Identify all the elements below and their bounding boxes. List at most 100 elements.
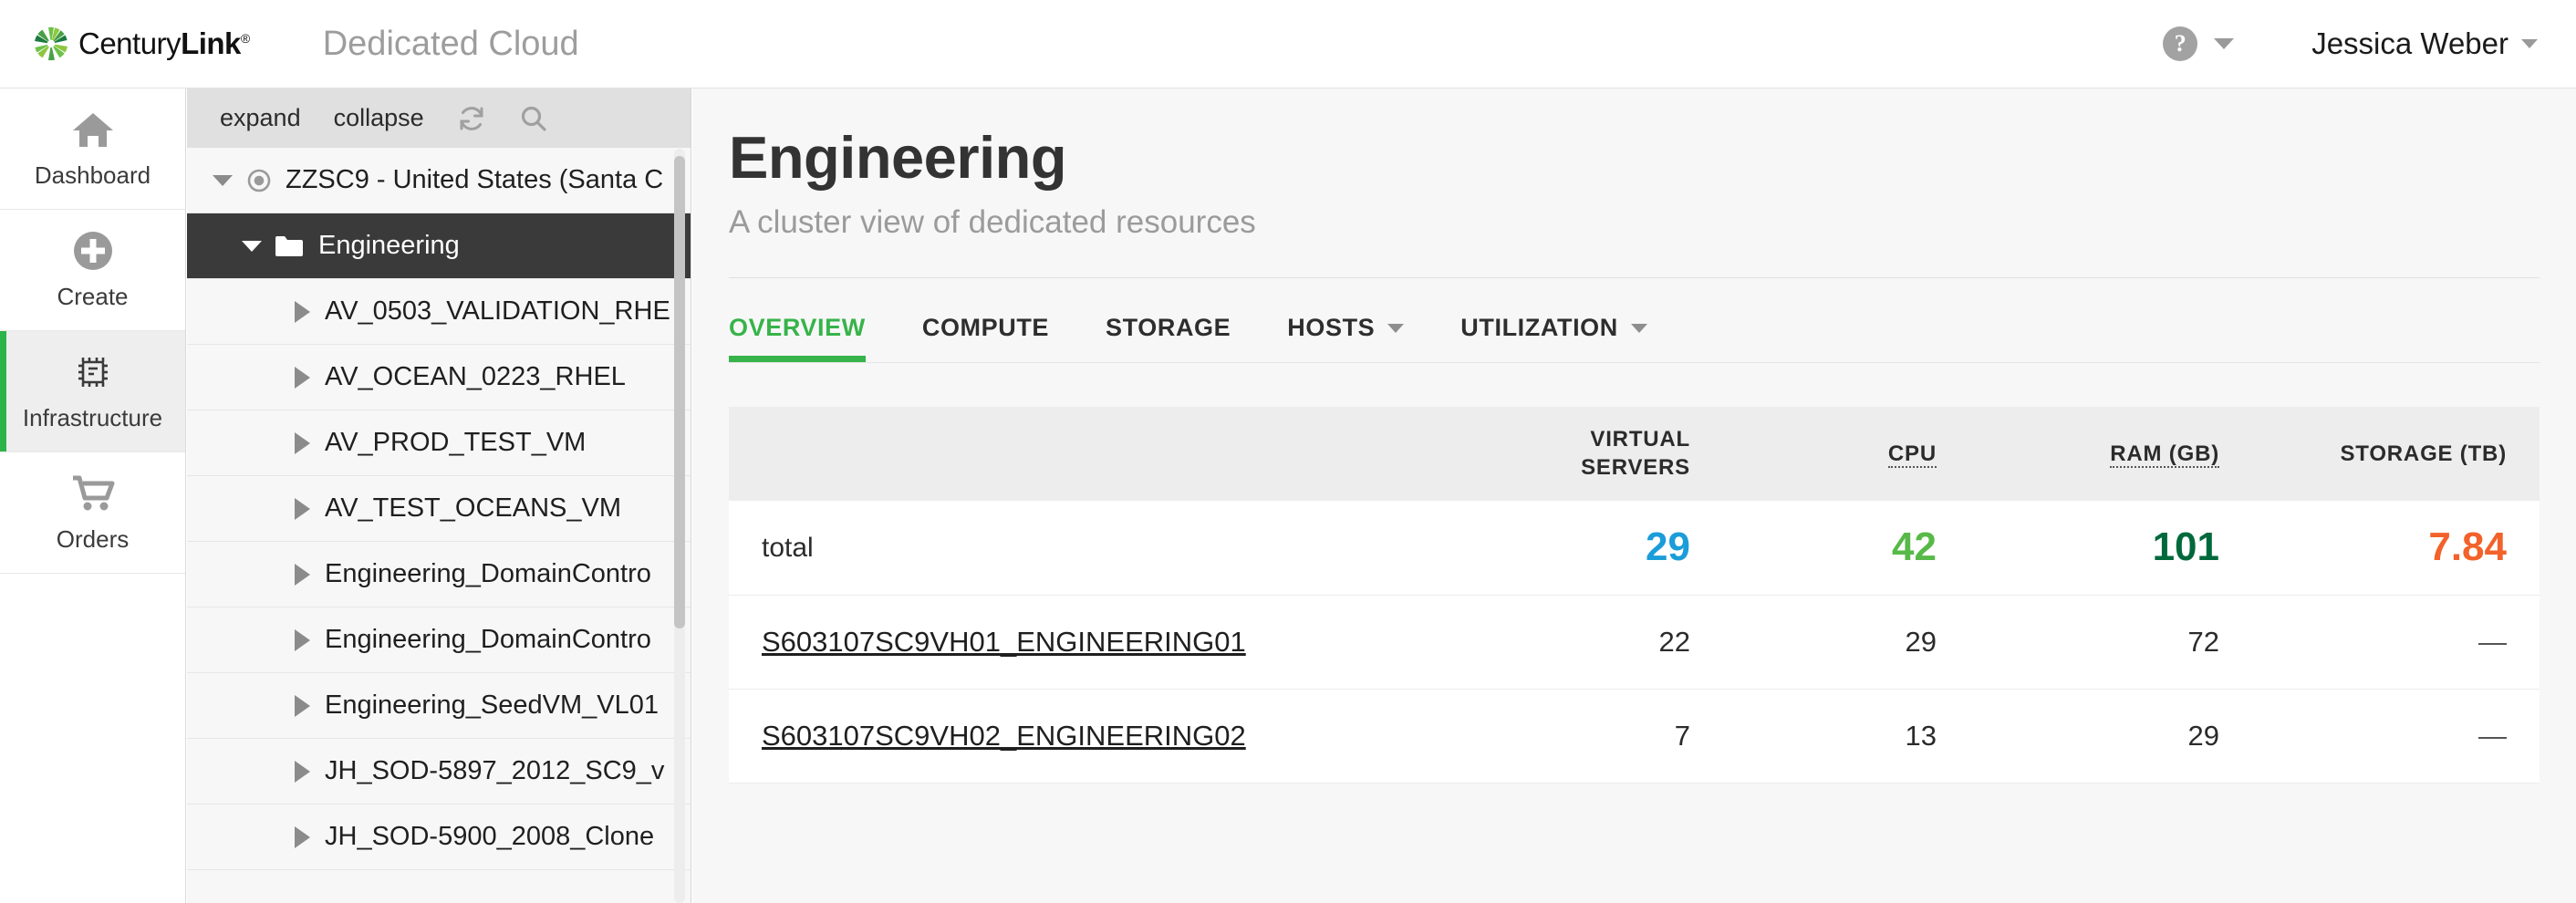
host-link[interactable]: S603107SC9VH01_ENGINEERING01 [762,626,1246,658]
host-ram: 29 [2187,719,2219,752]
tree-row[interactable]: JH_SOD-5897_2012_SC9_v [187,739,691,804]
expand-all-button[interactable]: expand [220,104,301,132]
infrastructure-tree-panel: expand collapse ZZSC9 - United States (S… [187,88,691,903]
plus-circle-icon [73,230,113,272]
column-header-cpu: CPU [1723,407,1969,501]
total-label-text: total [762,533,814,564]
twisty-down-icon[interactable] [213,174,233,186]
table-row: S603107SC9VH02_ENGINEERING02 7 13 29 — [729,689,2540,783]
tab-storage[interactable]: STORAGE [1106,314,1231,362]
twisty-right-icon[interactable] [295,431,310,454]
folder-icon [275,234,304,258]
tree-toolbar: expand collapse [187,88,691,148]
help-menu[interactable]: ? [2163,26,2235,61]
datacenter-icon [245,167,273,194]
tree-row-label: Engineering_DomainContro [325,625,651,654]
host-name-cell: S603107SC9VH02_ENGINEERING02 [729,689,1422,783]
twisty-right-icon[interactable] [295,497,310,520]
tree-row[interactable]: JH_SOD-5900_2008_Clone [187,804,691,870]
refresh-icon[interactable] [457,104,486,133]
total-storage-value: 7.84 [2428,524,2507,570]
tree-row[interactable]: Engineering_DomainContro [187,542,691,607]
total-ram: 101 [1969,501,2252,595]
chevron-down-icon [1630,323,1647,333]
tree-scrollbar-thumb[interactable] [674,156,685,628]
total-row-label: total [729,501,1422,595]
chevron-down-icon [2214,38,2235,49]
primary-nav-rail: Dashboard Create Infrastructure Orders [0,88,186,903]
sidebar-item-create[interactable]: Create [0,210,185,331]
brand-registered-mark: ® [240,31,250,46]
host-link[interactable]: S603107SC9VH02_ENGINEERING02 [762,720,1246,752]
page-title: Engineering [729,124,1067,191]
twisty-right-icon[interactable] [295,628,310,651]
tree-row[interactable]: AV_PROD_TEST_VM [187,410,691,476]
host-cpu: 29 [1905,625,1937,658]
host-storage: — [2478,719,2507,752]
tab-label: COMPUTE [921,314,1050,341]
column-header-line2: SERVERS [1581,454,1690,480]
tab-overview[interactable]: OVERVIEW [729,314,866,362]
twisty-right-icon[interactable] [295,563,310,586]
sidebar-item-label: Dashboard [34,161,151,189]
tree-row-label: JH_SOD-5900_2008_Clone [325,822,655,851]
resources-table-container: VIRTUAL SERVERS CPU RAM (GB) STORAGE (TB… [729,407,2540,784]
brand-wordmark: CenturyLink® [78,26,250,61]
tree-row[interactable]: Engineering_DomainContro [187,607,691,673]
user-name-label: Jessica Weber [2311,26,2508,60]
tree-row[interactable]: Engineering [187,213,691,279]
tree-row[interactable]: Engineering_SeedVM_VL01 [187,673,691,739]
twisty-right-icon[interactable] [295,825,310,848]
host-cpu: 13 [1905,719,1937,752]
total-virtual-servers: 29 [1422,501,1723,595]
total-cpu-value: 42 [1892,524,1937,570]
app-title: Dedicated Cloud [322,24,579,63]
brand-logo[interactable]: CenturyLink® [33,26,250,62]
sidebar-item-label: Orders [56,524,130,553]
table-head: VIRTUAL SERVERS CPU RAM (GB) STORAGE (TB… [729,407,2540,501]
table-body: total 29 42 101 7.84 S603107SC9VH01_ENGI… [729,501,2540,783]
sidebar-item-dashboard[interactable]: Dashboard [0,88,185,210]
tree-row[interactable]: AV_TEST_OCEANS_VM [187,476,691,542]
page-header: Engineering A cluster view of dedicated … [692,88,2576,241]
column-header-ram-label: RAM (GB) [2110,441,2219,468]
twisty-right-icon[interactable] [295,694,310,717]
tree-row[interactable]: ZZSC9 - United States (Santa C [187,148,691,213]
brand-name-light: Century [78,26,182,60]
tree-row[interactable]: AV_0503_VALIDATION_RHE [187,279,691,345]
tree-row-label: JH_SOD-5897_2012_SC9_v [325,756,665,785]
tree-row[interactable]: AV_OCEAN_0223_RHEL [187,345,691,410]
tab-label: UTILIZATION [1460,314,1618,341]
tab-hosts[interactable]: HOSTS [1287,314,1405,362]
sidebar-item-label: Create [57,282,129,310]
total-storage: 7.84 [2252,501,2540,595]
sidebar-item-infrastructure[interactable]: Infrastructure [0,331,185,452]
collapse-all-button[interactable]: collapse [334,104,424,132]
twisty-right-icon[interactable] [295,366,310,389]
tree-row-label: AV_OCEAN_0223_RHEL [325,362,626,391]
brand-name-bold: Link [181,26,241,60]
chevron-down-icon [2521,39,2538,48]
twisty-down-icon[interactable] [242,240,262,252]
user-menu[interactable]: Jessica Weber [2311,26,2538,61]
twisty-right-icon[interactable] [295,760,310,783]
tab-utilization[interactable]: UTILIZATION [1460,314,1647,362]
tab-compute[interactable]: COMPUTE [922,314,1049,362]
tree-row-label: ZZSC9 - United States (Santa C [286,165,664,194]
column-header-cpu-label: CPU [1887,441,1937,468]
tree-row-label: AV_PROD_TEST_VM [325,428,587,457]
centurylink-sunburst-icon [33,26,69,62]
search-icon[interactable] [519,104,548,133]
sidebar-item-orders[interactable]: Orders [0,452,185,574]
chevron-down-icon [1387,323,1405,333]
chip-icon [72,351,114,393]
host-virtual-servers: 7 [1674,719,1690,752]
host-virtual-servers: 22 [1658,625,1690,658]
sidebar-item-label: Infrastructure [22,403,163,431]
tree-row-label: AV_TEST_OCEANS_VM [325,493,622,523]
twisty-right-icon[interactable] [295,300,310,323]
tree-row-label: Engineering_DomainContro [325,559,651,588]
column-header-line1: VIRTUAL [1590,426,1690,452]
tab-label: OVERVIEW [729,314,866,341]
tabs-divider [729,362,2540,363]
